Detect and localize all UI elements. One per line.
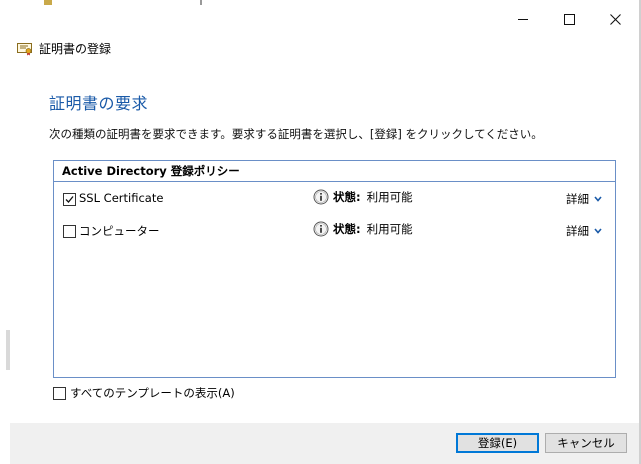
page-title: 証明書の要求 xyxy=(49,94,149,113)
close-icon xyxy=(609,13,621,25)
certificate-status: 状態: 利用可能 xyxy=(313,189,413,205)
status-value: 利用可能 xyxy=(366,222,413,236)
cancel-button[interactable]: キャンセル xyxy=(545,433,627,453)
checkmark-icon xyxy=(65,196,74,203)
show-all-templates-label: すべてのテンプレートの表示(A) xyxy=(70,386,235,400)
details-toggle[interactable]: 詳細 xyxy=(566,191,602,207)
strip-bit xyxy=(200,0,202,5)
background-window-strip xyxy=(0,0,270,6)
chevron-down-icon xyxy=(594,196,602,202)
maximize-icon xyxy=(563,13,575,25)
certificate-enrollment-window: 証明書の登録 証明書の要求 次の種類の証明書を要求できます。要求する証明書を選択… xyxy=(0,0,641,464)
minimize-button[interactable] xyxy=(500,4,546,34)
show-all-templates-checkbox[interactable] xyxy=(53,386,66,400)
window-title: 証明書の登録 xyxy=(39,42,112,56)
certificate-row-ssl: SSL Certificate 状態: 利用可能 詳細 xyxy=(62,189,607,209)
background-window-edge xyxy=(0,0,10,464)
edge-mark xyxy=(6,330,10,370)
details-label: 詳細 xyxy=(566,224,589,238)
certificate-name: SSL Certificate xyxy=(79,191,164,205)
enrollment-policy-panel: Active Directory 登録ポリシー SSL Certificate … xyxy=(53,160,616,378)
details-toggle[interactable]: 詳細 xyxy=(566,223,602,239)
computer-certificate-checkbox[interactable] xyxy=(63,225,76,238)
certificate-icon xyxy=(17,42,32,55)
close-button[interactable] xyxy=(592,4,638,34)
window-header: 証明書の登録 xyxy=(17,40,111,57)
minimize-icon xyxy=(518,18,528,20)
status-label: 状態: xyxy=(333,222,361,236)
instruction-text: 次の種類の証明書を要求できます。要求する証明書を選択し、[登録] をクリックして… xyxy=(49,127,543,141)
info-icon xyxy=(313,221,329,237)
details-label: 詳細 xyxy=(566,192,589,206)
policy-header: Active Directory 登録ポリシー xyxy=(54,161,615,182)
strip-bit xyxy=(44,0,52,5)
status-label: 状態: xyxy=(333,190,361,204)
ssl-certificate-checkbox[interactable] xyxy=(63,193,76,206)
certificate-name: コンピューター xyxy=(79,224,160,238)
show-all-templates-option[interactable]: すべてのテンプレートの表示(A) xyxy=(53,385,235,401)
status-value: 利用可能 xyxy=(366,190,413,204)
register-button[interactable]: 登録(E) xyxy=(456,433,539,453)
info-icon xyxy=(313,189,329,205)
maximize-button[interactable] xyxy=(546,4,592,34)
chevron-down-icon xyxy=(594,228,602,234)
certificate-status: 状態: 利用可能 xyxy=(313,221,413,237)
certificate-row-computer: コンピューター 状態: 利用可能 詳細 xyxy=(62,221,607,241)
